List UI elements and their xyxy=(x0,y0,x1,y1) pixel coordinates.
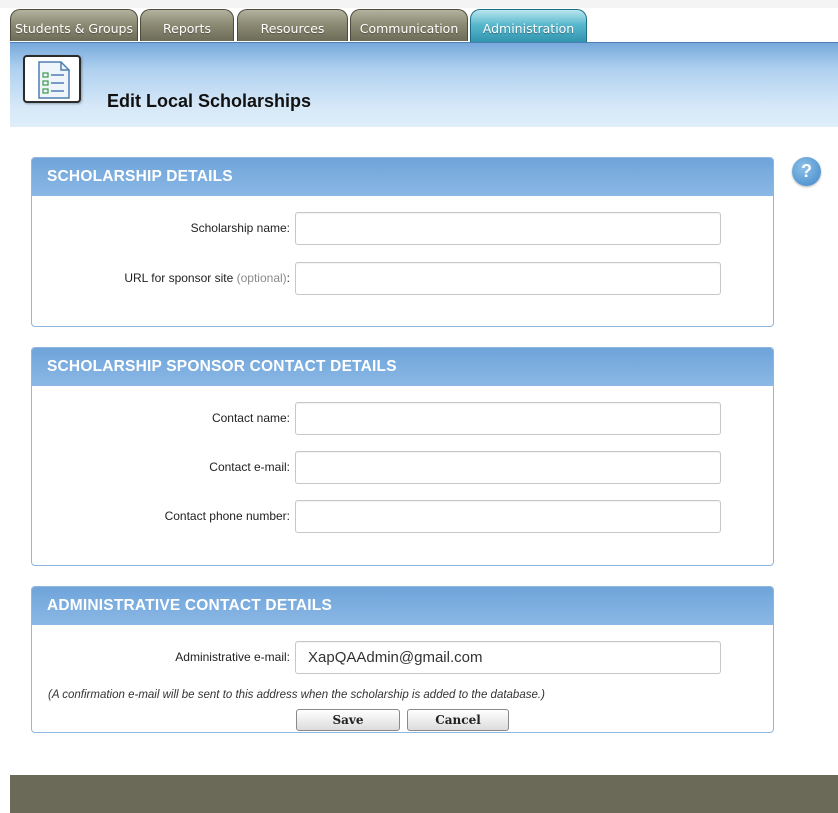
form-content: ? SCHOLARSHIP DETAILS Scholarship name: … xyxy=(10,127,838,775)
confirmation-note: (A confirmation e-mail will be sent to t… xyxy=(48,689,545,701)
tab-resources[interactable]: Resources xyxy=(237,9,348,41)
tab-administration[interactable]: Administration xyxy=(470,9,587,43)
top-strip xyxy=(0,0,838,8)
optional-hint: (optional) xyxy=(236,271,287,285)
cancel-button[interactable]: Cancel xyxy=(407,709,509,731)
scholarship-name-row: Scholarship name: xyxy=(32,212,773,245)
admin-email-row: Administrative e-mail: xyxy=(32,641,773,674)
section-title: ADMINISTRATIVE CONTACT DETAILS xyxy=(32,587,773,625)
tab-reports[interactable]: Reports xyxy=(140,9,234,41)
contact-name-input[interactable] xyxy=(295,402,721,435)
section-title: SCHOLARSHIP DETAILS xyxy=(32,158,773,196)
page-header: Edit Local Scholarships xyxy=(10,42,838,128)
help-icon[interactable]: ? xyxy=(792,157,821,186)
sponsor-url-label: URL for sponsor site (optional): xyxy=(124,271,290,285)
checklist-document-icon xyxy=(23,55,81,103)
contact-phone-input[interactable] xyxy=(295,500,721,533)
page-title: Edit Local Scholarships xyxy=(107,91,312,111)
section-title: SCHOLARSHIP SPONSOR CONTACT DETAILS xyxy=(32,348,773,386)
admin-email-input[interactable] xyxy=(295,641,721,674)
scholarship-name-label: Scholarship name: xyxy=(190,221,290,235)
tab-students-groups[interactable]: Students & Groups xyxy=(10,9,138,41)
sponsor-url-row: URL for sponsor site (optional): xyxy=(32,262,773,295)
section-scholarship-details: SCHOLARSHIP DETAILS Scholarship name: UR… xyxy=(31,157,774,327)
section-admin-contact: ADMINISTRATIVE CONTACT DETAILS Administr… xyxy=(31,586,774,733)
save-button[interactable]: Save xyxy=(296,709,400,731)
contact-name-label: Contact name: xyxy=(211,411,290,425)
contact-email-row: Contact e-mail: xyxy=(32,451,773,484)
contact-phone-label: Contact phone number: xyxy=(164,509,290,523)
contact-email-label: Contact e-mail: xyxy=(209,460,290,474)
footer-bar xyxy=(10,775,838,813)
tab-communication[interactable]: Communication xyxy=(350,9,468,41)
sponsor-url-input[interactable] xyxy=(295,262,721,295)
contact-phone-row: Contact phone number: xyxy=(32,500,773,533)
main-panel: Edit Local Scholarships ? SCHOLARSHIP DE… xyxy=(10,42,838,813)
contact-email-input[interactable] xyxy=(295,451,721,484)
admin-email-label: Administrative e-mail: xyxy=(175,650,290,664)
scholarship-name-input[interactable] xyxy=(295,212,721,245)
contact-name-row: Contact name: xyxy=(32,402,773,435)
section-sponsor-contact: SCHOLARSHIP SPONSOR CONTACT DETAILS Cont… xyxy=(31,347,774,566)
